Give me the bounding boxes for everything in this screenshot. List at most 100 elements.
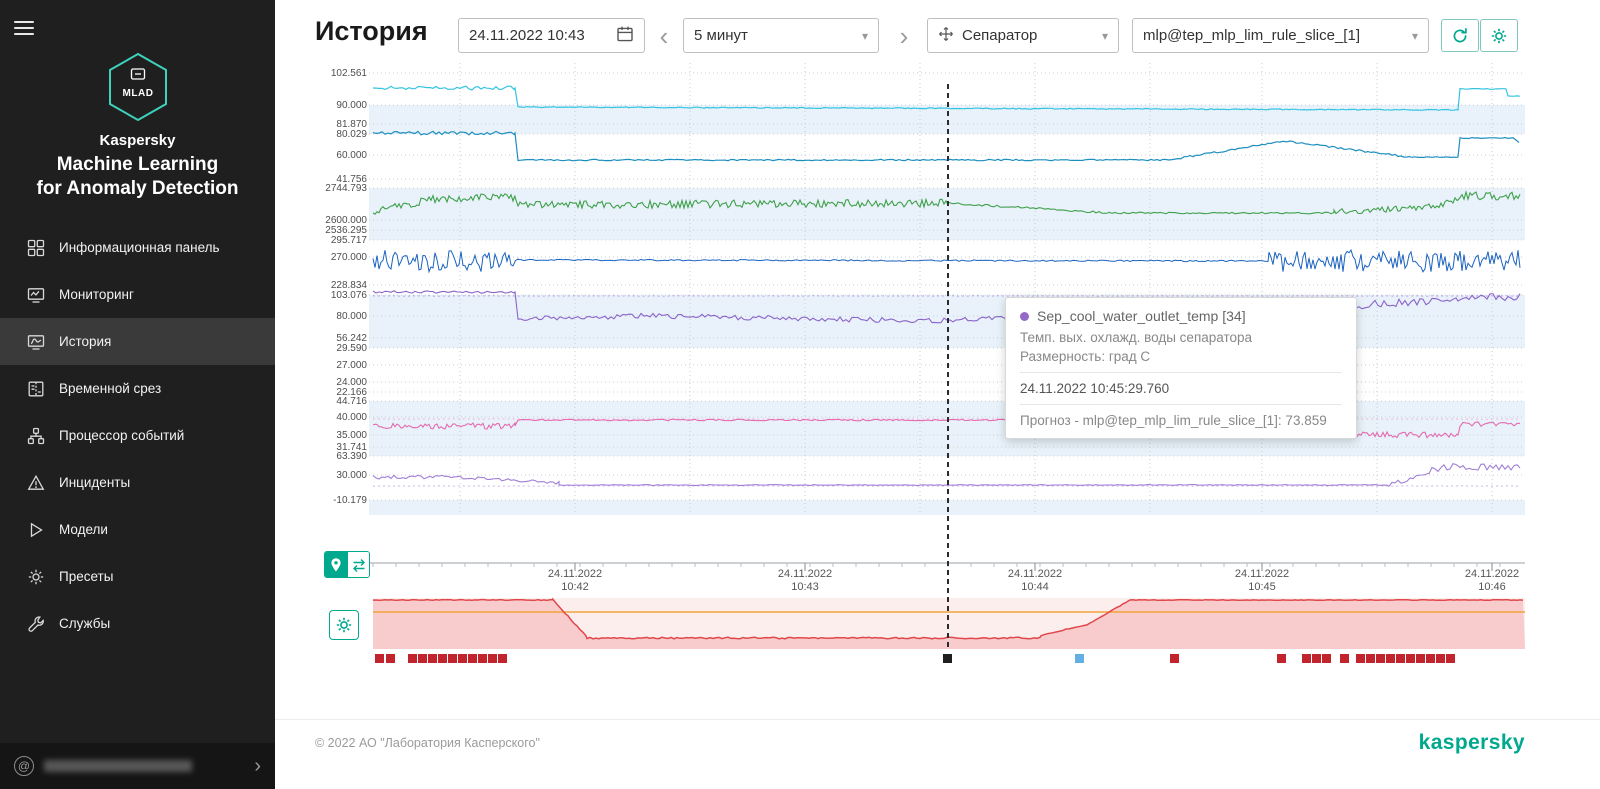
hamburger-menu-button[interactable] [14,17,40,39]
sidebar-item-dashboard[interactable]: Информационная панель [0,224,275,271]
dashboard-icon [26,239,46,257]
monitoring-icon [26,286,46,304]
event-marker[interactable] [478,654,487,663]
presets-icon [26,568,46,586]
event-marker[interactable] [375,654,384,663]
chart-settings-button[interactable] [1480,19,1518,52]
sidebar-item-time-slice[interactable]: Временной срез [0,365,275,412]
overview-mode-toggle [324,551,370,578]
sidebar-item-services[interactable]: Службы [0,600,275,647]
tooltip-forecast: Прогноз - mlp@tep_mlp_lim_rule_slice_[1]… [1020,404,1342,428]
pin-marker-button[interactable] [325,552,347,577]
event-marker[interactable] [1396,654,1405,663]
sidebar: MLAD Kaspersky Machine Learning for Anom… [0,0,275,789]
sidebar-item-presets[interactable]: Пресеты [0,553,275,600]
event-marker[interactable] [1416,654,1425,663]
event-marker[interactable] [458,654,467,663]
y-axis-label: 80.000 [336,311,367,322]
user-expand-chevron-icon[interactable]: › [254,756,261,776]
event-marker[interactable] [468,654,477,663]
step-forward-chevron-icon[interactable]: › [893,22,915,50]
compare-swap-button[interactable] [347,552,369,577]
event-marker[interactable] [418,654,427,663]
sidebar-item-event-processor[interactable]: Процессор событий [0,412,275,459]
copyright-text: © 2022 АО "Лаборатория Касперского" [315,736,540,750]
refresh-icon [1451,27,1469,45]
step-back-chevron-icon[interactable]: ‹ [653,22,675,50]
event-marker[interactable] [1312,654,1321,663]
event-marker[interactable] [428,654,437,663]
y-axis-label: 29.590 [336,343,367,354]
y-axis-label: -10.179 [333,495,367,506]
user-account-row[interactable]: @ › [0,743,275,789]
page-title: История [315,16,428,47]
mlad-logo: MLAD [106,52,170,122]
event-marker[interactable] [488,654,497,663]
event-marker[interactable] [1302,654,1311,663]
interval-select[interactable]: 5 минут ▾ [683,18,879,53]
event-marker[interactable] [1436,654,1445,663]
x-axis-label: 24.11.202210:45 [1235,568,1289,594]
y-axis-label: 2744.793 [325,183,367,194]
chevron-down-icon: ▾ [1404,29,1418,43]
move-icon [938,26,954,46]
event-marker[interactable] [438,654,447,663]
sidebar-item-history[interactable]: История [0,318,275,365]
gear-icon [1490,27,1508,45]
datetime-input[interactable]: 24.11.2022 10:43 [458,18,645,53]
event-marker[interactable] [1386,654,1395,663]
refresh-button[interactable] [1441,19,1479,52]
y-axis-label: 90.000 [336,100,367,111]
event-marker[interactable] [1406,654,1415,663]
event-marker[interactable] [448,654,457,663]
event-marker[interactable] [1376,654,1385,663]
sidebar-item-incidents[interactable]: Инциденты [0,459,275,506]
swap-arrows-icon [351,557,367,573]
model-select[interactable]: mlp@tep_mlp_lim_rule_slice_[1] ▾ [1132,18,1429,53]
y-axis-label: 295.717 [331,235,367,246]
event-marker[interactable] [1426,654,1435,663]
preset-select[interactable]: Сепаратор ▾ [927,18,1119,53]
anomaly-overview-chart[interactable] [373,596,1525,649]
sidebar-nav: Информационная панель Мониторинг История… [0,224,275,647]
gear-icon [335,616,353,634]
event-marker[interactable] [498,654,507,663]
x-axis-label: 24.11.202210:43 [778,568,832,594]
mlad-logo-text: MLAD [122,88,153,99]
event-marker[interactable] [1446,654,1455,663]
event-marker[interactable] [1366,654,1375,663]
y-axis-label: 30.000 [336,470,367,481]
kaspersky-logo: kaspersky [1419,731,1525,755]
y-axis-label: 44.716 [336,396,367,407]
tooltip-description: Темп. вых. охлажд. воды сепаратора [1020,330,1342,345]
time-cursor-line[interactable] [947,84,949,650]
tooltip-dimension: Размерность: град C [1020,349,1342,364]
event-marker[interactable] [1340,654,1349,663]
y-axis-label: 102.561 [331,68,367,79]
sidebar-item-monitoring[interactable]: Мониторинг [0,271,275,318]
calendar-icon[interactable] [616,25,634,46]
signal-steel[interactable] [373,131,1519,160]
x-axis-label: 24.11.202210:46 [1465,568,1519,594]
user-at-icon: @ [14,756,34,776]
footer-divider [275,719,1600,720]
sidebar-item-models[interactable]: Модели [0,506,275,553]
event-marker[interactable] [1075,654,1084,663]
event-marker[interactable] [386,654,395,663]
event-marker[interactable] [1356,654,1365,663]
brand-block: MLAD Kaspersky Machine Learning for Anom… [0,52,275,201]
event-marker[interactable] [1170,654,1179,663]
series-bullet-icon [1020,312,1029,321]
event-marker[interactable] [408,654,417,663]
series-tooltip: Sep_cool_water_outlet_temp [34] Темп. вы… [1005,297,1357,439]
y-axis-label: 35.000 [336,430,367,441]
event-marker[interactable] [1322,654,1331,663]
overview-settings-button[interactable] [329,610,359,640]
event-processor-icon [26,427,46,445]
x-axis-label: 24.11.202210:44 [1008,568,1062,594]
event-marker[interactable] [1277,654,1286,663]
y-axis-label: 270.000 [331,252,367,263]
event-marker[interactable] [943,654,952,663]
time-slice-icon [26,380,46,398]
y-axis-label: 60.000 [336,150,367,161]
